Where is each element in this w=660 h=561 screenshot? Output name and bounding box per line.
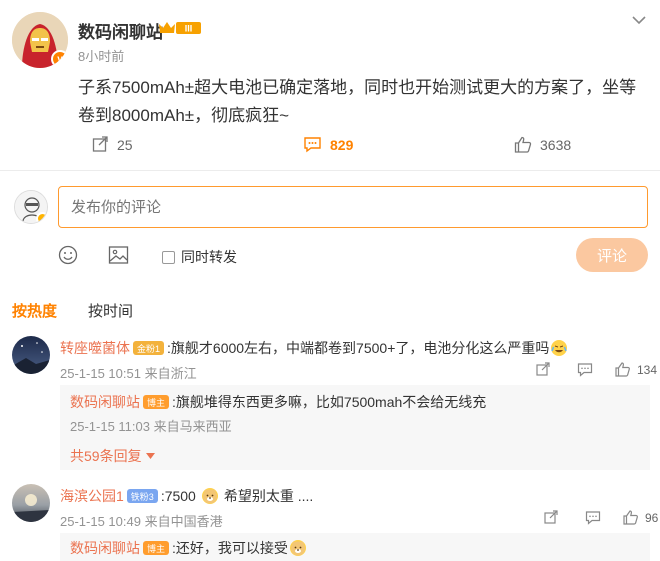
chevron-down-icon[interactable] [632, 12, 646, 30]
comment-username[interactable]: 海滨公园1 [60, 486, 124, 506]
repost-count: 25 [117, 136, 133, 153]
level-crown-icon: III [158, 20, 202, 41]
post-text: 子系7500mAh±超大电池已确定落地，同时也开始测试更大的方案了，坐等卷到80… [78, 78, 637, 125]
comment-count: 829 [330, 136, 354, 153]
comment-icon [304, 137, 321, 153]
image-icon [108, 246, 129, 264]
user-badge-icon [36, 212, 47, 223]
repost-icon [92, 136, 108, 152]
submit-comment-button[interactable]: 评论 [576, 238, 648, 272]
comment-text: :旗舰才6000左右，中端都卷到7500+了，电池分化这么严重吗 [167, 340, 550, 356]
comment-actions: 134 [536, 362, 657, 377]
comment-meta: 25-1-15 10:49 来自中国香港 [60, 514, 223, 529]
author-avatar[interactable]: v [12, 12, 68, 68]
current-user-avatar[interactable] [14, 190, 48, 224]
thumbs-up-icon [514, 136, 532, 153]
repost-icon[interactable] [544, 510, 559, 525]
thumbs-up-icon [623, 510, 638, 525]
emoji-icon [58, 245, 78, 265]
blogger-badge: 博主 [143, 395, 170, 409]
reply-icon[interactable] [585, 510, 601, 525]
reply-icon[interactable] [577, 362, 593, 377]
image-upload-button[interactable] [108, 245, 129, 270]
commenter-avatar[interactable] [12, 336, 50, 374]
commenter-avatar[interactable] [12, 484, 50, 522]
like-count: 3638 [540, 136, 572, 153]
comment-like-button[interactable]: 134 [615, 362, 657, 377]
blogger-badge: 博主 [143, 541, 170, 555]
checkbox-box[interactable] [162, 250, 175, 264]
reply-content: 数码闲聊站 博主 :旗舰堆得东西更多嘛，比如7500mah不会给无线充 [70, 392, 486, 412]
comment-like-count: 96 [645, 510, 659, 525]
comment-button[interactable]: 829 [303, 136, 353, 153]
more-replies-label: 共59条回复 [70, 448, 142, 464]
repost-button[interactable]: 25 [92, 136, 133, 153]
comment-like-button[interactable]: 96 [623, 510, 658, 525]
more-replies-link[interactable]: 共59条回复 [70, 446, 155, 466]
comment-text-continued: 希望别太重 .... [223, 488, 314, 504]
tab-sort-hot[interactable]: 按热度 [12, 300, 57, 321]
post-author-name[interactable]: 数码闲聊站 [78, 18, 163, 43]
reply-text: :旗舰堆得东西更多嘛，比如7500mah不会给无线充 [172, 394, 487, 410]
comment-actions: 96 [544, 510, 658, 525]
doge-emoji-icon [201, 488, 218, 504]
comment-input[interactable] [58, 186, 648, 228]
repost-checkbox-label: 同时转发 [181, 249, 237, 265]
comment-content: 转座噬菌体 金粉1 :旗舰才6000左右，中端都卷到7500+了，电池分化这么严… [60, 338, 569, 358]
caret-down-icon [145, 453, 155, 459]
crying-laugh-emoji-icon [551, 340, 568, 356]
emoji-picker-button[interactable] [58, 245, 78, 270]
reply-text: :还好，我可以接受 [172, 540, 288, 556]
doge-emoji-icon [289, 540, 306, 556]
reply-username[interactable]: 数码闲聊站 [70, 538, 140, 558]
reply-meta: 25-1-15 11:03 来自马来西亚 [70, 419, 232, 434]
fan-badge: 铁粉3 [126, 489, 158, 503]
comment-username[interactable]: 转座噬菌体 [60, 338, 130, 358]
comment-content: 海滨公园1 铁粉3 :7500 希望别太重 .... [60, 486, 313, 506]
verified-badge-icon: v [51, 50, 68, 68]
repost-checkbox[interactable]: 同时转发 [162, 247, 237, 267]
comment-text: :7500 [160, 488, 196, 504]
level-badge-text: III [185, 24, 193, 34]
repost-icon[interactable] [536, 362, 551, 377]
post-time[interactable]: 8小时前 [78, 46, 124, 65]
reply-content: 数码闲聊站 博主 :还好，我可以接受 [70, 538, 308, 558]
comment-meta: 25-1-15 10:51 来自浙江 [60, 366, 197, 381]
tab-sort-time[interactable]: 按时间 [88, 300, 133, 321]
fan-badge: 金粉1 [133, 341, 165, 355]
like-button[interactable]: 3638 [514, 136, 571, 153]
reply-username[interactable]: 数码闲聊站 [70, 392, 140, 412]
thumbs-up-icon [615, 362, 630, 377]
divider [0, 170, 660, 171]
comment-like-count: 134 [637, 362, 658, 377]
